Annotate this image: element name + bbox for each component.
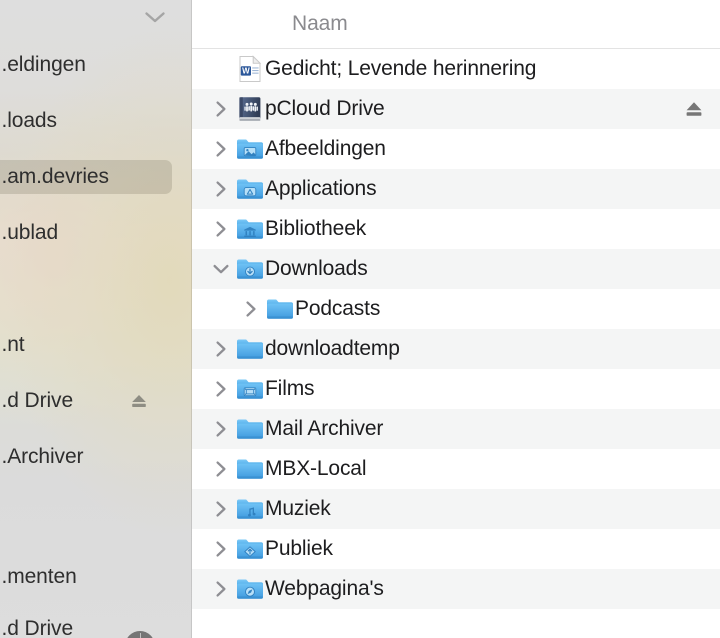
sidebar-item[interactable]: ...am.devries: [0, 160, 192, 194]
file-name-label: Publiek: [265, 537, 333, 560]
file-name-label: Downloads: [265, 257, 368, 280]
public-folder-icon: [236, 535, 264, 563]
sidebar-item-label: ...ublad: [0, 221, 59, 244]
chevron-down-icon[interactable]: [142, 6, 168, 28]
file-list-row[interactable]: Downloads: [192, 249, 720, 289]
file-name-label: Podcasts: [295, 297, 381, 320]
file-list-row[interactable]: Applications: [192, 169, 720, 209]
sidebar-item-label: ...eldingen: [0, 53, 86, 76]
sidebar-background: [0, 0, 192, 638]
storage-disc-icon: [125, 631, 155, 638]
file-name-label: Mail Archiver: [265, 417, 384, 440]
file-list-row[interactable]: MBX-Local: [192, 449, 720, 489]
disclosure-chevron-right-icon[interactable]: [210, 98, 232, 120]
column-header: Naam: [192, 0, 720, 49]
sidebar: ...eldingen ...loads ...am.devries ...ub…: [0, 0, 192, 638]
sidebar-item[interactable]: ...ublad: [0, 216, 192, 250]
file-list-row[interactable]: Publiek: [192, 529, 720, 569]
disclosure-chevron-right-icon[interactable]: [210, 338, 232, 360]
file-list-row[interactable]: Mail Archiver: [192, 409, 720, 449]
music-folder-icon: [236, 495, 264, 523]
file-name-label: pCloud Drive: [265, 97, 385, 120]
disclosure-chevron-right-icon[interactable]: [210, 498, 232, 520]
pcloud-drive-icon: [236, 95, 264, 123]
sidebar-item[interactable]: ...d Drive: [0, 384, 192, 418]
column-header-naam[interactable]: Naam: [292, 12, 348, 36]
applications-folder-icon: [236, 175, 264, 203]
sidebar-item-label: ...am.devries: [0, 165, 109, 188]
disclosure-chevron-right-icon[interactable]: [210, 578, 232, 600]
folder-icon: [236, 335, 264, 363]
disclosure-chevron-right-icon[interactable]: [210, 138, 232, 160]
downloads-folder-icon: [236, 255, 264, 283]
file-name-label: Muziek: [265, 497, 331, 520]
disclosure-chevron-right-icon[interactable]: [210, 458, 232, 480]
file-list-row[interactable]: Afbeeldingen: [192, 129, 720, 169]
folder-icon: [236, 415, 264, 443]
disclosure-chevron-right-icon[interactable]: [210, 178, 232, 200]
disclosure-chevron-down-icon[interactable]: [210, 258, 232, 280]
sidebar-item-label: ...menten: [0, 565, 77, 588]
file-name-label: Films: [265, 377, 315, 400]
eject-icon[interactable]: [682, 97, 706, 121]
file-list-row[interactable]: Webpagina's: [192, 569, 720, 609]
file-name-label: MBX-Local: [265, 457, 367, 480]
pictures-folder-icon: [236, 135, 264, 163]
file-name-label: Applications: [265, 177, 377, 200]
file-name-label: Gedicht; Levende herinnering: [265, 57, 537, 80]
file-list-row[interactable]: Bibliotheek: [192, 209, 720, 249]
file-list-pane: Naam W Gedicht; Levende herinnering pClo…: [192, 0, 720, 638]
file-list-row[interactable]: Podcasts: [192, 289, 720, 329]
sidebar-item[interactable]: ...loads: [0, 104, 192, 138]
folder-icon: [236, 455, 264, 483]
sidebar-item-label: ...Archiver: [0, 445, 84, 468]
sidebar-item[interactable]: ...d Drive: [0, 612, 192, 638]
file-name-label: Bibliotheek: [265, 217, 367, 240]
disclosure-chevron-right-icon[interactable]: [210, 418, 232, 440]
movies-folder-icon: [236, 375, 264, 403]
sidebar-item-label: ...d Drive: [0, 617, 74, 638]
file-list-row[interactable]: Films: [192, 369, 720, 409]
sidebar-item-label: ...nt: [0, 333, 25, 356]
disclosure-chevron-right-icon[interactable]: [210, 538, 232, 560]
sidebar-item[interactable]: ...nt: [0, 328, 192, 362]
disclosure-chevron-right-icon[interactable]: [240, 298, 262, 320]
eject-icon[interactable]: [128, 390, 150, 412]
disclosure-chevron-right-icon[interactable]: [210, 218, 232, 240]
file-name-label: Afbeeldingen: [265, 137, 386, 160]
sidebar-item[interactable]: ...menten: [0, 560, 192, 594]
svg-text:W: W: [242, 67, 250, 76]
sidebar-item[interactable]: ...Archiver: [0, 440, 192, 474]
file-name-label: downloadtemp: [265, 337, 400, 360]
sites-folder-icon: [236, 575, 264, 603]
folder-icon: [266, 295, 294, 323]
finder-window: ...eldingen ...loads ...am.devries ...ub…: [0, 0, 720, 638]
disclosure-chevron-right-icon[interactable]: [210, 378, 232, 400]
file-list-row[interactable]: pCloud Drive: [192, 89, 720, 129]
sidebar-item-label: ...loads: [0, 109, 57, 132]
word-document-icon: W: [236, 55, 264, 83]
sidebar-item-label: ...d Drive: [0, 389, 74, 412]
file-name-label: Webpagina's: [265, 577, 384, 600]
sidebar-item[interactable]: ...eldingen: [0, 48, 192, 82]
file-list-row[interactable]: W Gedicht; Levende herinnering: [192, 49, 720, 89]
file-list-row[interactable]: downloadtemp: [192, 329, 720, 369]
file-list-row[interactable]: Muziek: [192, 489, 720, 529]
library-folder-icon: [236, 215, 264, 243]
file-list: W Gedicht; Levende herinnering pCloud Dr…: [192, 49, 720, 609]
